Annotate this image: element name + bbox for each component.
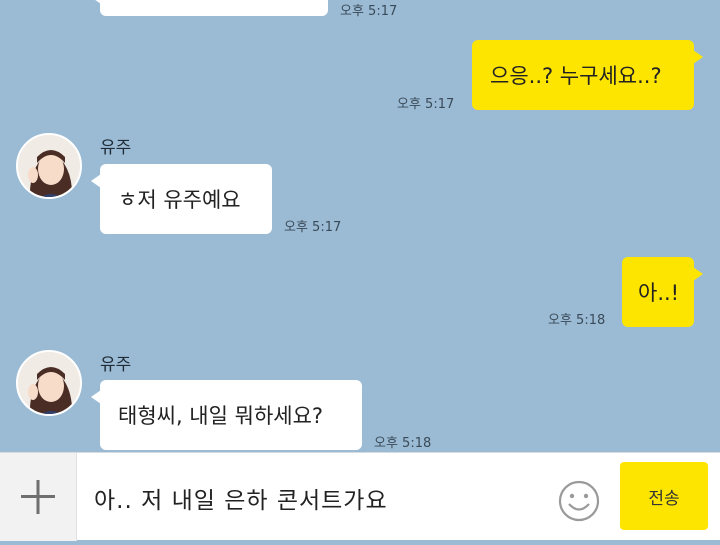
chat-area[interactable]: 오후 5:17 으응..? 누구세요..? 오후 5:17 유주 ㅎ저 유주예요… — [0, 0, 720, 452]
smiley-icon — [558, 480, 600, 522]
attach-button[interactable] — [0, 453, 77, 541]
message-text: ㅎ저 유주예요 — [118, 188, 241, 212]
message-bubble-incoming[interactable]: 태형씨, 내일 뭐하세요? — [91, 380, 362, 450]
message-text: 아..! — [638, 281, 680, 305]
message-bubble-outgoing[interactable]: 으응..? 누구세요..? — [472, 40, 703, 110]
profile-photo-icon — [18, 352, 80, 414]
sender-name: 유주 — [100, 138, 132, 158]
avatar[interactable] — [16, 133, 82, 199]
avatar[interactable] — [16, 350, 82, 416]
message-composer: 전송 — [0, 452, 720, 541]
plus-icon — [21, 480, 55, 514]
profile-photo-icon — [18, 135, 80, 197]
message-time: 오후 5:17 — [340, 4, 398, 19]
message-time: 오후 5:18 — [374, 436, 432, 451]
send-button[interactable]: 전송 — [620, 462, 708, 530]
message-input[interactable] — [92, 477, 536, 519]
emoji-button[interactable] — [556, 478, 602, 524]
message-text: 으응..? 누구세요..? — [490, 64, 662, 88]
message-time: 오후 5:17 — [397, 97, 455, 112]
message-bubble-incoming[interactable]: ㅎ저 유주예요 — [91, 164, 272, 234]
message-bubble-incoming[interactable] — [91, 0, 328, 16]
message-bubble-outgoing[interactable]: 아..! — [622, 257, 703, 327]
message-time: 오후 5:17 — [284, 220, 342, 235]
message-text: 태형씨, 내일 뭐하세요? — [118, 404, 324, 428]
sender-name: 유주 — [100, 355, 132, 375]
message-time: 오후 5:18 — [548, 313, 606, 328]
